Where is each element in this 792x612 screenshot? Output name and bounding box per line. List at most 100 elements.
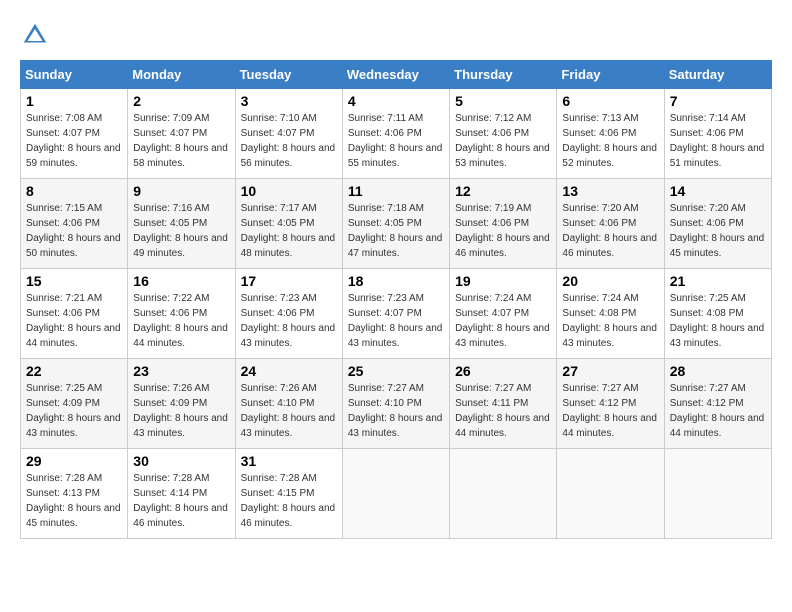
day-number: 1 xyxy=(26,93,122,109)
day-number: 31 xyxy=(241,453,337,469)
day-number: 3 xyxy=(241,93,337,109)
day-info: Sunrise: 7:11 AM Sunset: 4:06 PM Dayligh… xyxy=(348,113,443,169)
calendar: SundayMondayTuesdayWednesdayThursdayFrid… xyxy=(20,60,772,539)
day-cell-17: 17 Sunrise: 7:23 AM Sunset: 4:06 PM Dayl… xyxy=(235,269,342,359)
day-cell-3: 3 Sunrise: 7:10 AM Sunset: 4:07 PM Dayli… xyxy=(235,89,342,179)
week-row-4: 22 Sunrise: 7:25 AM Sunset: 4:09 PM Dayl… xyxy=(21,359,772,449)
header-wednesday: Wednesday xyxy=(342,61,449,89)
day-number: 23 xyxy=(133,363,229,379)
day-info: Sunrise: 7:13 AM Sunset: 4:06 PM Dayligh… xyxy=(562,113,657,169)
empty-cell xyxy=(450,449,557,539)
logo xyxy=(20,20,54,50)
day-cell-9: 9 Sunrise: 7:16 AM Sunset: 4:05 PM Dayli… xyxy=(128,179,235,269)
day-info: Sunrise: 7:28 AM Sunset: 4:14 PM Dayligh… xyxy=(133,473,228,529)
day-number: 22 xyxy=(26,363,122,379)
logo-icon xyxy=(20,20,50,50)
day-info: Sunrise: 7:26 AM Sunset: 4:09 PM Dayligh… xyxy=(133,383,228,439)
calendar-header-row: SundayMondayTuesdayWednesdayThursdayFrid… xyxy=(21,61,772,89)
day-cell-24: 24 Sunrise: 7:26 AM Sunset: 4:10 PM Dayl… xyxy=(235,359,342,449)
day-info: Sunrise: 7:21 AM Sunset: 4:06 PM Dayligh… xyxy=(26,293,121,349)
header xyxy=(20,20,772,50)
week-row-3: 15 Sunrise: 7:21 AM Sunset: 4:06 PM Dayl… xyxy=(21,269,772,359)
day-cell-29: 29 Sunrise: 7:28 AM Sunset: 4:13 PM Dayl… xyxy=(21,449,128,539)
day-number: 5 xyxy=(455,93,551,109)
day-cell-30: 30 Sunrise: 7:28 AM Sunset: 4:14 PM Dayl… xyxy=(128,449,235,539)
day-info: Sunrise: 7:20 AM Sunset: 4:06 PM Dayligh… xyxy=(670,203,765,259)
day-number: 12 xyxy=(455,183,551,199)
day-cell-23: 23 Sunrise: 7:26 AM Sunset: 4:09 PM Dayl… xyxy=(128,359,235,449)
day-cell-27: 27 Sunrise: 7:27 AM Sunset: 4:12 PM Dayl… xyxy=(557,359,664,449)
day-number: 16 xyxy=(133,273,229,289)
day-info: Sunrise: 7:14 AM Sunset: 4:06 PM Dayligh… xyxy=(670,113,765,169)
day-number: 17 xyxy=(241,273,337,289)
header-saturday: Saturday xyxy=(664,61,771,89)
day-number: 2 xyxy=(133,93,229,109)
day-info: Sunrise: 7:28 AM Sunset: 4:13 PM Dayligh… xyxy=(26,473,121,529)
day-info: Sunrise: 7:23 AM Sunset: 4:06 PM Dayligh… xyxy=(241,293,336,349)
day-info: Sunrise: 7:20 AM Sunset: 4:06 PM Dayligh… xyxy=(562,203,657,259)
day-number: 8 xyxy=(26,183,122,199)
day-info: Sunrise: 7:23 AM Sunset: 4:07 PM Dayligh… xyxy=(348,293,443,349)
day-number: 20 xyxy=(562,273,658,289)
day-cell-26: 26 Sunrise: 7:27 AM Sunset: 4:11 PM Dayl… xyxy=(450,359,557,449)
day-cell-1: 1 Sunrise: 7:08 AM Sunset: 4:07 PM Dayli… xyxy=(21,89,128,179)
day-cell-13: 13 Sunrise: 7:20 AM Sunset: 4:06 PM Dayl… xyxy=(557,179,664,269)
day-info: Sunrise: 7:19 AM Sunset: 4:06 PM Dayligh… xyxy=(455,203,550,259)
day-info: Sunrise: 7:27 AM Sunset: 4:12 PM Dayligh… xyxy=(670,383,765,439)
day-cell-28: 28 Sunrise: 7:27 AM Sunset: 4:12 PM Dayl… xyxy=(664,359,771,449)
day-cell-4: 4 Sunrise: 7:11 AM Sunset: 4:06 PM Dayli… xyxy=(342,89,449,179)
header-tuesday: Tuesday xyxy=(235,61,342,89)
day-number: 10 xyxy=(241,183,337,199)
day-cell-11: 11 Sunrise: 7:18 AM Sunset: 4:05 PM Dayl… xyxy=(342,179,449,269)
day-cell-10: 10 Sunrise: 7:17 AM Sunset: 4:05 PM Dayl… xyxy=(235,179,342,269)
day-info: Sunrise: 7:27 AM Sunset: 4:12 PM Dayligh… xyxy=(562,383,657,439)
empty-cell xyxy=(557,449,664,539)
day-number: 18 xyxy=(348,273,444,289)
header-friday: Friday xyxy=(557,61,664,89)
day-number: 7 xyxy=(670,93,766,109)
day-info: Sunrise: 7:09 AM Sunset: 4:07 PM Dayligh… xyxy=(133,113,228,169)
day-number: 4 xyxy=(348,93,444,109)
day-cell-6: 6 Sunrise: 7:13 AM Sunset: 4:06 PM Dayli… xyxy=(557,89,664,179)
day-number: 26 xyxy=(455,363,551,379)
day-info: Sunrise: 7:28 AM Sunset: 4:15 PM Dayligh… xyxy=(241,473,336,529)
day-cell-5: 5 Sunrise: 7:12 AM Sunset: 4:06 PM Dayli… xyxy=(450,89,557,179)
day-info: Sunrise: 7:24 AM Sunset: 4:07 PM Dayligh… xyxy=(455,293,550,349)
day-number: 13 xyxy=(562,183,658,199)
day-number: 6 xyxy=(562,93,658,109)
week-row-2: 8 Sunrise: 7:15 AM Sunset: 4:06 PM Dayli… xyxy=(21,179,772,269)
day-cell-21: 21 Sunrise: 7:25 AM Sunset: 4:08 PM Dayl… xyxy=(664,269,771,359)
day-info: Sunrise: 7:24 AM Sunset: 4:08 PM Dayligh… xyxy=(562,293,657,349)
day-info: Sunrise: 7:12 AM Sunset: 4:06 PM Dayligh… xyxy=(455,113,550,169)
day-cell-20: 20 Sunrise: 7:24 AM Sunset: 4:08 PM Dayl… xyxy=(557,269,664,359)
day-info: Sunrise: 7:25 AM Sunset: 4:09 PM Dayligh… xyxy=(26,383,121,439)
day-cell-18: 18 Sunrise: 7:23 AM Sunset: 4:07 PM Dayl… xyxy=(342,269,449,359)
day-number: 14 xyxy=(670,183,766,199)
day-info: Sunrise: 7:18 AM Sunset: 4:05 PM Dayligh… xyxy=(348,203,443,259)
day-number: 11 xyxy=(348,183,444,199)
day-info: Sunrise: 7:10 AM Sunset: 4:07 PM Dayligh… xyxy=(241,113,336,169)
header-thursday: Thursday xyxy=(450,61,557,89)
day-info: Sunrise: 7:17 AM Sunset: 4:05 PM Dayligh… xyxy=(241,203,336,259)
day-info: Sunrise: 7:15 AM Sunset: 4:06 PM Dayligh… xyxy=(26,203,121,259)
day-info: Sunrise: 7:25 AM Sunset: 4:08 PM Dayligh… xyxy=(670,293,765,349)
day-number: 30 xyxy=(133,453,229,469)
day-number: 21 xyxy=(670,273,766,289)
day-number: 15 xyxy=(26,273,122,289)
day-cell-12: 12 Sunrise: 7:19 AM Sunset: 4:06 PM Dayl… xyxy=(450,179,557,269)
day-number: 25 xyxy=(348,363,444,379)
week-row-1: 1 Sunrise: 7:08 AM Sunset: 4:07 PM Dayli… xyxy=(21,89,772,179)
day-number: 24 xyxy=(241,363,337,379)
empty-cell xyxy=(664,449,771,539)
day-info: Sunrise: 7:27 AM Sunset: 4:10 PM Dayligh… xyxy=(348,383,443,439)
day-info: Sunrise: 7:08 AM Sunset: 4:07 PM Dayligh… xyxy=(26,113,121,169)
day-cell-2: 2 Sunrise: 7:09 AM Sunset: 4:07 PM Dayli… xyxy=(128,89,235,179)
empty-cell xyxy=(342,449,449,539)
day-info: Sunrise: 7:27 AM Sunset: 4:11 PM Dayligh… xyxy=(455,383,550,439)
day-cell-7: 7 Sunrise: 7:14 AM Sunset: 4:06 PM Dayli… xyxy=(664,89,771,179)
day-cell-8: 8 Sunrise: 7:15 AM Sunset: 4:06 PM Dayli… xyxy=(21,179,128,269)
day-number: 27 xyxy=(562,363,658,379)
day-info: Sunrise: 7:26 AM Sunset: 4:10 PM Dayligh… xyxy=(241,383,336,439)
day-info: Sunrise: 7:16 AM Sunset: 4:05 PM Dayligh… xyxy=(133,203,228,259)
day-number: 9 xyxy=(133,183,229,199)
